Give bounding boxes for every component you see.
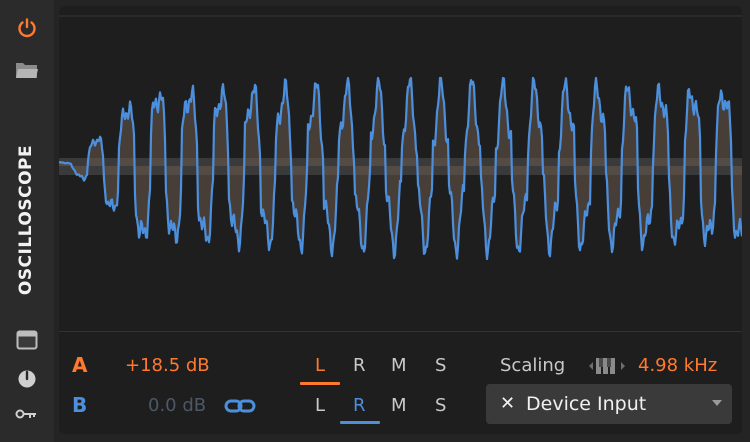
scaling-label: Scaling <box>500 355 566 376</box>
channel-a-selected-indicator <box>300 382 340 385</box>
piano-keys-icon[interactable] <box>587 355 627 377</box>
scaling-value[interactable]: 4.98 kHz <box>638 355 717 377</box>
channel-a-mode-s[interactable]: S <box>435 355 446 377</box>
channel-b-mode-s[interactable]: S <box>435 395 446 417</box>
folder-icon[interactable] <box>14 57 40 83</box>
close-icon[interactable]: ✕ <box>500 393 515 414</box>
channel-a-mode-r[interactable]: R <box>353 355 366 377</box>
channel-b-mode-r[interactable]: R <box>353 395 366 417</box>
device-sidebar: OSCILLOSCOPE <box>0 0 54 442</box>
channel-a-mode-m[interactable]: M <box>391 355 407 377</box>
route-icon[interactable] <box>14 401 40 427</box>
channel-a-label: A <box>72 353 88 377</box>
waveform-display <box>59 15 742 261</box>
oscilloscope-panel: A +18.5 dB L R M S Scaling 4.98 kHz B 0.… <box>59 6 742 434</box>
chevron-down-icon <box>712 400 722 406</box>
channel-b-mode-l[interactable]: L <box>315 395 325 417</box>
knob-icon[interactable] <box>14 366 40 392</box>
channel-b-label: B <box>72 393 88 417</box>
channel-b-selected-indicator <box>340 421 380 424</box>
channel-b-gain[interactable]: 0.0 dB <box>148 395 206 417</box>
window-icon[interactable] <box>14 327 40 353</box>
device-window: OSCILLOSCOPE A +18.5 dB L R M S Scaling … <box>0 0 750 442</box>
divider <box>59 331 742 332</box>
device-title: OSCILLOSCOPE <box>16 144 36 296</box>
channel-a-mode-l[interactable]: L <box>315 355 325 377</box>
channel-a-gain[interactable]: +18.5 dB <box>125 355 210 377</box>
link-icon[interactable] <box>223 395 259 417</box>
device-input-label: Device Input <box>526 393 647 415</box>
device-input-selector[interactable]: ✕ Device Input <box>486 384 732 424</box>
channel-b-mode-m[interactable]: M <box>391 395 407 417</box>
power-icon[interactable] <box>14 15 40 41</box>
